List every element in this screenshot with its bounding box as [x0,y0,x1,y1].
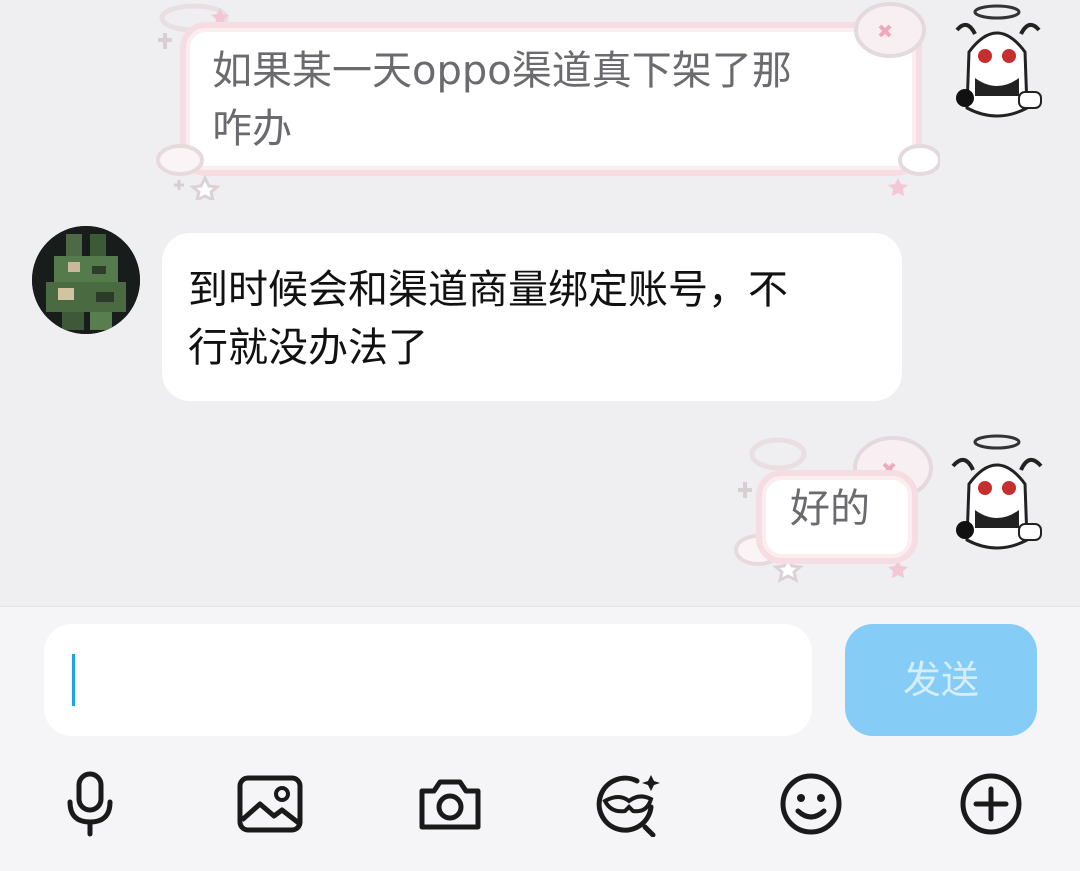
emoji-icon[interactable] [775,768,847,840]
chat-area[interactable]: 如果某一天oppo渠道真下架了那 咋办 到时候会和渠道商量绑定账号，不 行就没办… [0,0,1080,606]
send-button[interactable]: 发送 [845,624,1037,736]
avatar-other[interactable] [32,226,140,334]
avatar-self[interactable] [935,0,1060,125]
bubble-decoration-icon [156,144,221,200]
bubble-decoration-icon [854,2,940,196]
avatar-self-2[interactable] [935,430,1060,560]
message-text-self-1a: 如果某一天oppo渠道真下架了那 [212,48,792,94]
message-text-other-a: 到时候会和渠道商量绑定账号，不 [188,267,788,313]
message-bubble-other[interactable]: 到时候会和渠道商量绑定账号，不 行就没办法了 [162,233,902,401]
plus-icon[interactable] [955,768,1027,840]
image-icon[interactable] [234,768,306,840]
microphone-icon[interactable] [54,768,126,840]
message-row-self-1: 如果某一天oppo渠道真下架了那 咋办 [0,0,1080,210]
message-text-other-b: 行就没办法了 [188,325,428,371]
message-text-self-2: 好的 [790,486,870,532]
sticker-icon[interactable] [594,768,666,840]
text-caret [72,654,75,706]
message-input[interactable] [44,624,812,736]
camera-icon[interactable] [414,768,486,840]
